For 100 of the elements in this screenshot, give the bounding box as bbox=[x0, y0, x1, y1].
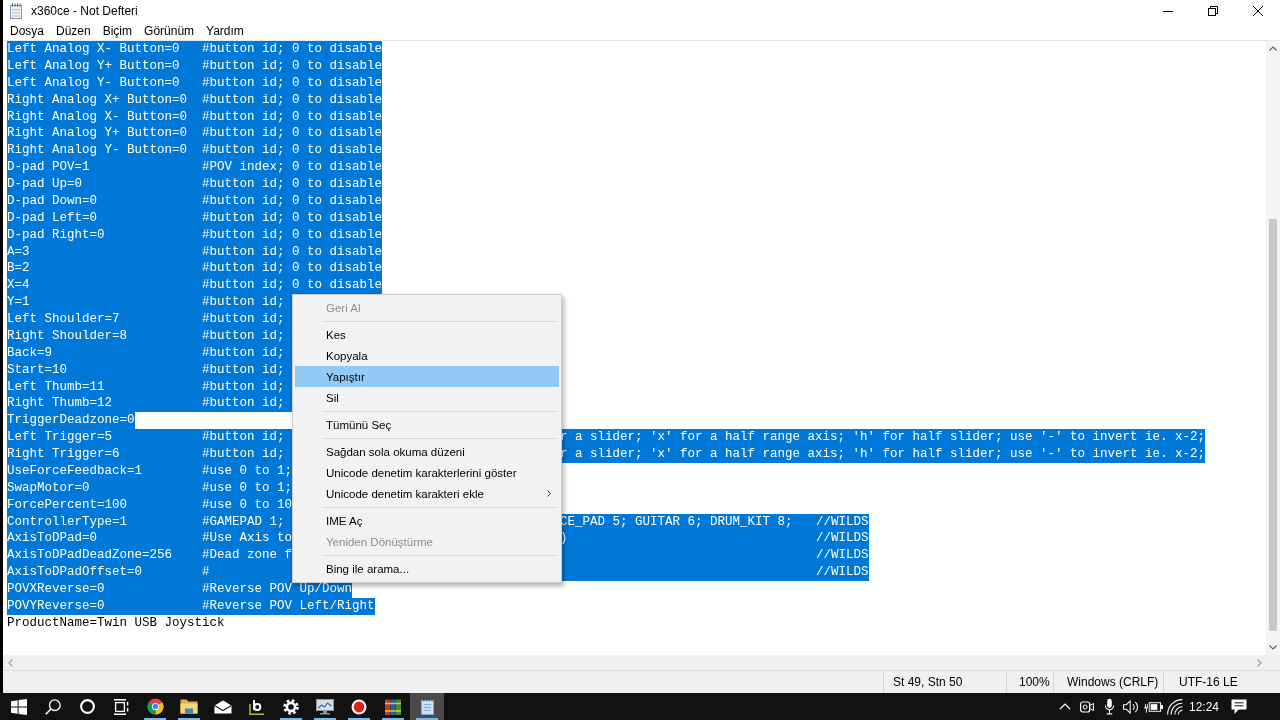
comment-text: # bbox=[202, 564, 210, 581]
envelope-icon bbox=[214, 699, 232, 714]
comment-text: #button id; bbox=[202, 294, 285, 311]
setting-text: SwapMotor=0 bbox=[7, 479, 90, 497]
vertical-scrollbar[interactable] bbox=[1266, 41, 1280, 655]
comment-text: #button id; 0 to disable bbox=[202, 226, 383, 244]
setting-text: TriggerDeadzone=0 bbox=[7, 412, 135, 430]
comment-text: #button id; 0 to disable bbox=[202, 192, 383, 210]
context-menu-item[interactable]: Unicode denetim karakteri ekle bbox=[295, 483, 559, 504]
setting-text: Left Shoulder=7 bbox=[7, 311, 120, 328]
comment-text: //WILDS bbox=[816, 547, 869, 565]
taskbar-app-button[interactable] bbox=[410, 693, 444, 720]
setting-text: Y=1 bbox=[7, 294, 30, 311]
speech-bubble-icon bbox=[1231, 698, 1247, 715]
comment-text: #POV index; 0 to disable bbox=[202, 159, 383, 176]
record-icon bbox=[351, 698, 367, 715]
comment-text: #use 0 to 10 bbox=[202, 496, 292, 514]
video-camera-icon bbox=[1080, 699, 1094, 714]
gear-icon bbox=[283, 698, 299, 715]
comment-text: #use 0 to 1; bbox=[202, 479, 292, 497]
comment-text: #button id; bbox=[202, 361, 285, 379]
comment-text: #Reverse POV Up/Down bbox=[202, 581, 353, 598]
scrollbar-thumb[interactable] bbox=[1269, 219, 1277, 631]
setting-text: POVXReverse=0 bbox=[7, 581, 105, 598]
comment-text: //WILDS bbox=[816, 530, 869, 548]
comment-text: #button id; 0 to disable bbox=[202, 108, 383, 126]
books-icon bbox=[385, 698, 401, 715]
comment-text: #button id; 0 to disable bbox=[202, 209, 383, 227]
comment-text: #button id; bbox=[202, 327, 285, 345]
folder-icon bbox=[180, 699, 198, 714]
comment-text: #button id; bbox=[202, 446, 285, 463]
comment-text: #button id; bbox=[202, 395, 285, 413]
comment-text: #button id; 0 to disable bbox=[202, 74, 383, 92]
comment-text: #button id; bbox=[202, 311, 285, 328]
comment-text: r a slider; 'x' for a half range axis; 'h' for half slider; use '-' to invert ie. x-2; bbox=[560, 446, 1206, 463]
browser-icon bbox=[146, 698, 164, 715]
context-menu-item[interactable]: Tümünü Seç bbox=[295, 414, 559, 435]
comment-text: #button id; 0 to disable bbox=[202, 277, 383, 295]
setting-text: Right Analog Y- Button=0 bbox=[7, 142, 188, 160]
setting-text: Left Analog Y+ Button=0 bbox=[7, 57, 180, 75]
setting-text: POVYReverse=0 bbox=[7, 597, 105, 615]
setting-text: D-pad Right=0 bbox=[7, 226, 105, 244]
menu-item[interactable]: Görünüm bbox=[138, 22, 201, 40]
window-title: x360ce - Not Defteri bbox=[31, 4, 138, 18]
setting-text: AxisToDPadOffset=0 bbox=[7, 564, 143, 581]
setting-text: B=2 bbox=[7, 260, 30, 278]
context-menu-item[interactable]: Sil bbox=[295, 387, 559, 408]
close-icon bbox=[1252, 6, 1263, 16]
chevron-up-icon[interactable] bbox=[1269, 46, 1277, 51]
context-menu-item[interactable]: Unicode denetim karakterlerini göster bbox=[295, 462, 559, 483]
menu-item[interactable]: Yardım bbox=[200, 22, 250, 40]
battery-plug-icon bbox=[1143, 700, 1163, 713]
notepad-icon bbox=[419, 698, 435, 715]
comment-text: #button id; 0 to disable bbox=[202, 91, 383, 109]
setting-text: UseForceFeedback=1 bbox=[7, 462, 143, 480]
setting-text: AxisToDPad=0 bbox=[7, 530, 97, 548]
setting-text: D-pad POV=1 bbox=[7, 159, 90, 176]
comment-text: #button id; 0 to disable bbox=[202, 243, 383, 261]
setting-text: ForcePercent=100 bbox=[7, 496, 128, 514]
comment-text: #button id; 0 to disable bbox=[202, 125, 383, 143]
setting-text: D-pad Up=0 bbox=[7, 176, 82, 193]
comment-text: #Dead zone f bbox=[202, 547, 292, 565]
comment-text: ) bbox=[560, 530, 568, 548]
restore-icon bbox=[1207, 6, 1218, 16]
setting-text: Right Thumb=12 bbox=[7, 395, 113, 413]
context-menu-item[interactable]: Kopyala bbox=[295, 345, 559, 366]
wifi-icon bbox=[1167, 698, 1183, 715]
minimize-icon bbox=[1162, 10, 1173, 12]
menu-item[interactable]: Dosya bbox=[4, 22, 50, 40]
menu-item[interactable]: Düzen bbox=[50, 22, 97, 40]
comment-text: #Use Axis to bbox=[202, 530, 292, 548]
menu-item[interactable]: Biçim bbox=[96, 22, 139, 40]
setting-text: Left Analog X- Button=0 bbox=[7, 41, 180, 58]
setting-text: D-pad Down=0 bbox=[7, 192, 97, 210]
microphone-icon bbox=[1103, 698, 1115, 715]
search-icon bbox=[45, 698, 61, 715]
monitor-chart-icon bbox=[316, 698, 334, 715]
context-menu-item[interactable]: Kes bbox=[295, 324, 559, 345]
comment-text: #button id; bbox=[202, 429, 285, 446]
setting-text: Left Trigger=5 bbox=[7, 429, 113, 446]
setting-text: AxisToDPadDeadZone=256 bbox=[7, 547, 173, 565]
clock[interactable]: 12:24 bbox=[1186, 693, 1222, 720]
setting-text: ProductName=Twin USB Joystick bbox=[7, 614, 225, 632]
setting-text: A=3 bbox=[7, 243, 30, 261]
comment-text: CE_PAD 5; GUITAR 6; DRUM_KIT 8; bbox=[560, 513, 793, 531]
setting-text: Start=10 bbox=[7, 361, 67, 379]
chevron-down-icon[interactable] bbox=[1269, 645, 1277, 650]
comment-text: #button id; 0 to disable bbox=[202, 176, 383, 193]
context-menu-item[interactable]: Yapıştır bbox=[295, 366, 559, 387]
setting-text: Left Analog Y- Button=0 bbox=[7, 74, 180, 92]
context-menu-item[interactable]: IME Aç bbox=[295, 510, 559, 531]
speaker-icon bbox=[1122, 699, 1140, 714]
context-menu-item[interactable]: Sağdan sola okuma düzeni bbox=[295, 441, 559, 462]
ring-icon bbox=[79, 699, 95, 714]
notepad-icon bbox=[8, 3, 24, 19]
setting-text: Right Analog Y+ Button=0 bbox=[7, 125, 188, 143]
comment-text: #button id; bbox=[202, 344, 285, 362]
comment-text: //WILDS bbox=[816, 564, 869, 581]
context-menu-item[interactable]: Bing ile arama... bbox=[295, 558, 559, 579]
comment-text: #Reverse POV Left/Right bbox=[202, 597, 375, 615]
